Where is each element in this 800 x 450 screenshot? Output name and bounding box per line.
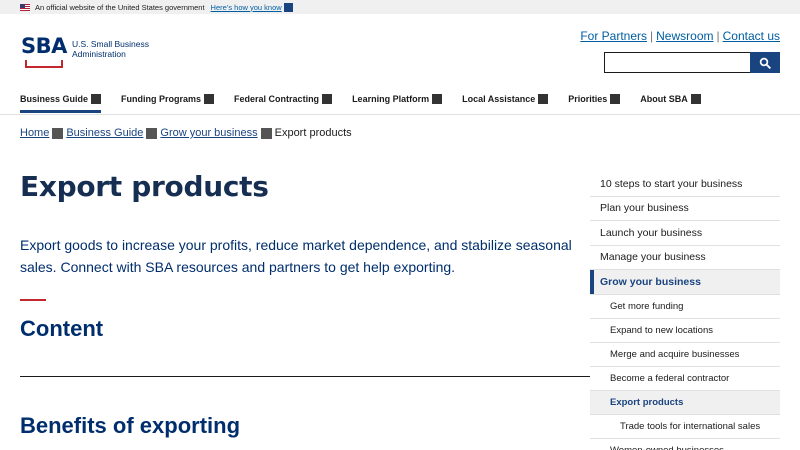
content-divider [20,376,590,377]
nav-learning-platform[interactable]: Learning Platform [352,91,443,107]
logo-bracket [25,60,63,68]
nav-label: Priorities [568,94,608,104]
chevron-square-icon [610,94,621,104]
accent-rule [20,299,46,301]
utility-separator: | [650,29,654,43]
chevron-square-icon [322,94,333,104]
content-heading: Content [20,316,104,341]
search-icon [759,57,771,69]
for-partners-link[interactable]: For Partners [580,29,647,43]
sba-logo[interactable]: SBA U.S. Small Business Administration [20,33,149,69]
sidenav-item-merge-acquire[interactable]: Merge and acquire businesses [590,343,780,367]
sidenav-item-expand-locations[interactable]: Expand to new locations [590,319,780,343]
nav-funding-programs[interactable]: Funding Programs [121,91,215,107]
logo-line-1: U.S. Small Business [72,39,149,49]
search-button[interactable] [750,52,780,73]
main-nav: Business Guide Funding Programs Federal … [20,91,721,113]
sidenav-item-trade-tools[interactable]: Trade tools for international sales [590,415,780,439]
chevron-square-icon [91,94,102,104]
page-intro: Export goods to increase your profits, r… [20,237,572,275]
gov-banner: An official website of the United States… [0,0,800,14]
search-input[interactable] [604,52,750,73]
site-search [604,52,780,73]
nav-label: About SBA [640,94,688,104]
nav-divider [0,114,800,115]
logo-line-2: Administration [72,49,126,59]
page-title: Export products [20,170,269,203]
nav-label: Learning Platform [352,94,430,104]
sidenav-item-women-owned[interactable]: Women-owned businesses [590,439,780,450]
gov-banner-text: An official website of the United States… [35,2,205,12]
breadcrumb-business-guide[interactable]: Business Guide [66,127,143,139]
chevron-square-icon [690,94,701,104]
sidenav-item-get-funding[interactable]: Get more funding [590,295,780,319]
sidenav-item-export-products[interactable]: Export products [590,390,780,415]
sidenav-item-federal-contractor[interactable]: Become a federal contractor [590,367,780,391]
breadcrumb-current: Export products [274,127,352,139]
nav-federal-contracting[interactable]: Federal Contracting [234,91,333,107]
chevron-square-icon [204,94,215,104]
section-heading-benefits: Benefits of exporting [20,413,241,438]
chevron-square-icon [432,94,443,104]
nav-about-sba[interactable]: About SBA [640,91,701,107]
sba-logo-mark: SBA [20,33,67,69]
breadcrumb-grow-your-business[interactable]: Grow your business [160,127,257,139]
side-nav: 10 steps to start your business Plan you… [590,172,780,450]
expand-toggle-icon[interactable] [283,2,293,12]
sidenav-item-plan[interactable]: Plan your business [590,197,780,221]
nav-label: Funding Programs [121,94,202,104]
nav-label: Federal Contracting [234,94,320,104]
newsroom-link[interactable]: Newsroom [656,29,713,43]
utility-nav: For Partners | Newsroom | Contact us [580,29,780,43]
breadcrumb-separator-icon [260,127,272,139]
sidenav-item-10-steps[interactable]: 10 steps to start your business [590,172,780,197]
sidenav-item-grow[interactable]: Grow your business [590,270,780,295]
nav-label: Business Guide [20,94,89,104]
nav-priorities[interactable]: Priorities [568,91,621,107]
nav-label: Local Assistance [462,94,536,104]
heres-how-you-know-link[interactable]: Here’s how you know [211,3,282,12]
utility-separator: | [716,29,720,43]
breadcrumb-home[interactable]: Home [20,127,49,139]
nav-local-assistance[interactable]: Local Assistance [462,91,549,107]
contact-us-link[interactable]: Contact us [723,29,780,43]
logo-text: U.S. Small Business Administration [72,39,149,59]
nav-business-guide[interactable]: Business Guide [20,91,102,113]
breadcrumb-separator-icon [146,127,158,139]
breadcrumb-separator-icon [52,127,64,139]
chevron-square-icon [538,94,549,104]
logo-mark-text: SBA [21,34,67,58]
breadcrumb: Home Business Guide Grow your business E… [20,127,352,139]
sidenav-item-launch[interactable]: Launch your business [590,221,780,246]
sidenav-item-manage[interactable]: Manage your business [590,246,780,270]
us-flag-icon [20,3,30,11]
